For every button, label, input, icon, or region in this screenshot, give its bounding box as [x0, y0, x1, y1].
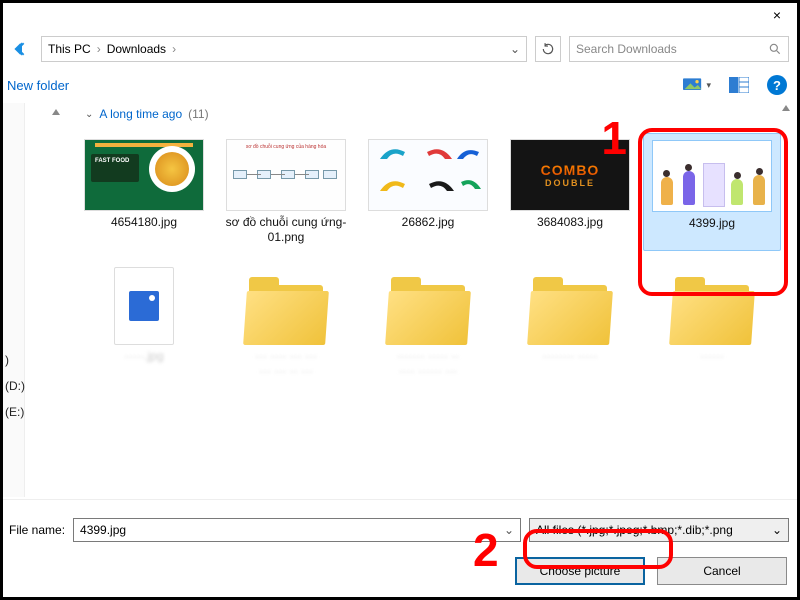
view-details-button[interactable]: [725, 75, 753, 95]
new-folder-button[interactable]: New folder: [7, 78, 69, 93]
file-label: ········ ·····: [542, 349, 597, 364]
filename-input[interactable]: 4399.jpg ⌄: [73, 518, 521, 542]
dialog-buttons: Choose picture Cancel: [515, 557, 787, 585]
help-icon[interactable]: ?: [767, 75, 787, 95]
back-arrow-icon[interactable]: [11, 38, 33, 60]
filename-row: File name: 4399.jpg ⌄ All files (*.jpg;*…: [9, 518, 789, 542]
chevron-down-icon[interactable]: ⌄: [772, 523, 782, 537]
breadcrumb[interactable]: This PC › Downloads › ⌄: [41, 36, 527, 62]
file-label: 3684083.jpg: [537, 215, 603, 230]
filetype-select[interactable]: All files (*.jpg;*.jpeg;*.bmp;*.dib;*.pn…: [529, 518, 789, 542]
cancel-button[interactable]: Cancel: [657, 557, 787, 585]
choose-picture-button[interactable]: Choose picture: [515, 557, 645, 585]
file-item[interactable]: ·····.jpg: [75, 261, 213, 385]
filename-value: 4399.jpg: [80, 523, 126, 537]
titlebar: ×: [3, 3, 797, 31]
folder-item[interactable]: ······: [643, 261, 781, 385]
sidebar-drive-e[interactable]: (E:): [5, 405, 24, 419]
search-icon: [768, 42, 782, 56]
file-label: ·····.jpg: [124, 349, 163, 364]
file-label: 4399.jpg: [689, 216, 735, 231]
annotation-number-1: 1: [601, 111, 627, 165]
close-button[interactable]: ×: [765, 7, 789, 23]
sidebar: ) (D:) (E:): [3, 103, 25, 497]
file-label: ······: [700, 349, 724, 364]
chevron-right-icon: ›: [97, 42, 101, 56]
sidebar-drive-d[interactable]: (D:): [5, 379, 25, 393]
search-input[interactable]: Search Downloads: [569, 36, 789, 62]
folder-icon: [241, 267, 331, 345]
file-label: ··· ···· ··· ······ ··· ·· ···: [255, 349, 317, 379]
address-bar: This PC › Downloads › ⌄ Search Downloads: [3, 31, 797, 67]
filename-label: File name:: [9, 523, 65, 537]
sidebar-bracket: ): [5, 353, 9, 367]
folder-item[interactable]: ········ ·····: [501, 261, 639, 385]
main-content: ) (D:) (E:) ⌄ A long time ago (11) FAST …: [3, 103, 797, 497]
image-file-icon: [114, 267, 174, 345]
group-label: A long time ago: [99, 107, 182, 121]
file-label: 4654180.jpg: [111, 215, 177, 230]
scroll-up-button[interactable]: [778, 103, 794, 113]
folder-item[interactable]: ······· ····· ······ ······ ···: [359, 261, 497, 385]
file-grid-area: ⌄ A long time ago (11) FAST FOOD 4654180…: [25, 103, 797, 497]
view-thumbnails-button[interactable]: ▾: [683, 75, 711, 95]
folder-item[interactable]: ··· ···· ··· ······ ··· ·· ···: [217, 261, 355, 385]
file-item[interactable]: sơ đồ chuỗi cung ứng của hàng hóa sơ đồ …: [217, 133, 355, 251]
folder-icon: [383, 267, 473, 345]
chevron-down-icon[interactable]: ⌄: [182, 42, 520, 56]
file-label: sơ đồ chuỗi cung ứng-01.png: [221, 215, 351, 245]
refresh-button[interactable]: [535, 36, 561, 62]
file-item[interactable]: 26862.jpg: [359, 133, 497, 251]
annotation-number-2: 2: [473, 523, 499, 577]
search-placeholder: Search Downloads: [576, 42, 677, 56]
thumbnail-icon: FAST FOOD: [84, 139, 204, 211]
file-item-selected[interactable]: 4399.jpg: [643, 133, 781, 251]
thumbnail-icon: [368, 139, 488, 211]
chevron-down-icon: ⌄: [85, 109, 93, 120]
command-bar: New folder ▾ ?: [3, 67, 797, 103]
file-label: ······· ····· ······ ······ ···: [397, 349, 460, 379]
folder-icon: [525, 267, 615, 345]
thumbnail-icon: [652, 140, 772, 212]
thumbnail-icon: sơ đồ chuỗi cung ứng của hàng hóa: [226, 139, 346, 211]
crumb-downloads[interactable]: Downloads: [107, 42, 166, 56]
group-header[interactable]: ⌄ A long time ago (11): [85, 107, 209, 121]
folder-icon: [667, 267, 757, 345]
chevron-right-icon: ›: [172, 42, 176, 56]
scroll-up-icon[interactable]: [51, 107, 61, 117]
chevron-down-icon[interactable]: ⌄: [504, 523, 514, 537]
file-label: 26862.jpg: [402, 215, 455, 230]
file-grid: FAST FOOD 4654180.jpg sơ đồ chuỗi cung ứ…: [75, 133, 787, 385]
crumb-this-pc[interactable]: This PC: [48, 42, 91, 56]
bottom-bar: File name: 4399.jpg ⌄ All files (*.jpg;*…: [3, 499, 797, 597]
file-item[interactable]: FAST FOOD 4654180.jpg: [75, 133, 213, 251]
view-controls: ▾ ?: [683, 75, 787, 95]
group-count: (11): [188, 107, 208, 121]
filetype-value: All files (*.jpg;*.jpeg;*.bmp;*.dib;*.pn…: [536, 523, 733, 537]
